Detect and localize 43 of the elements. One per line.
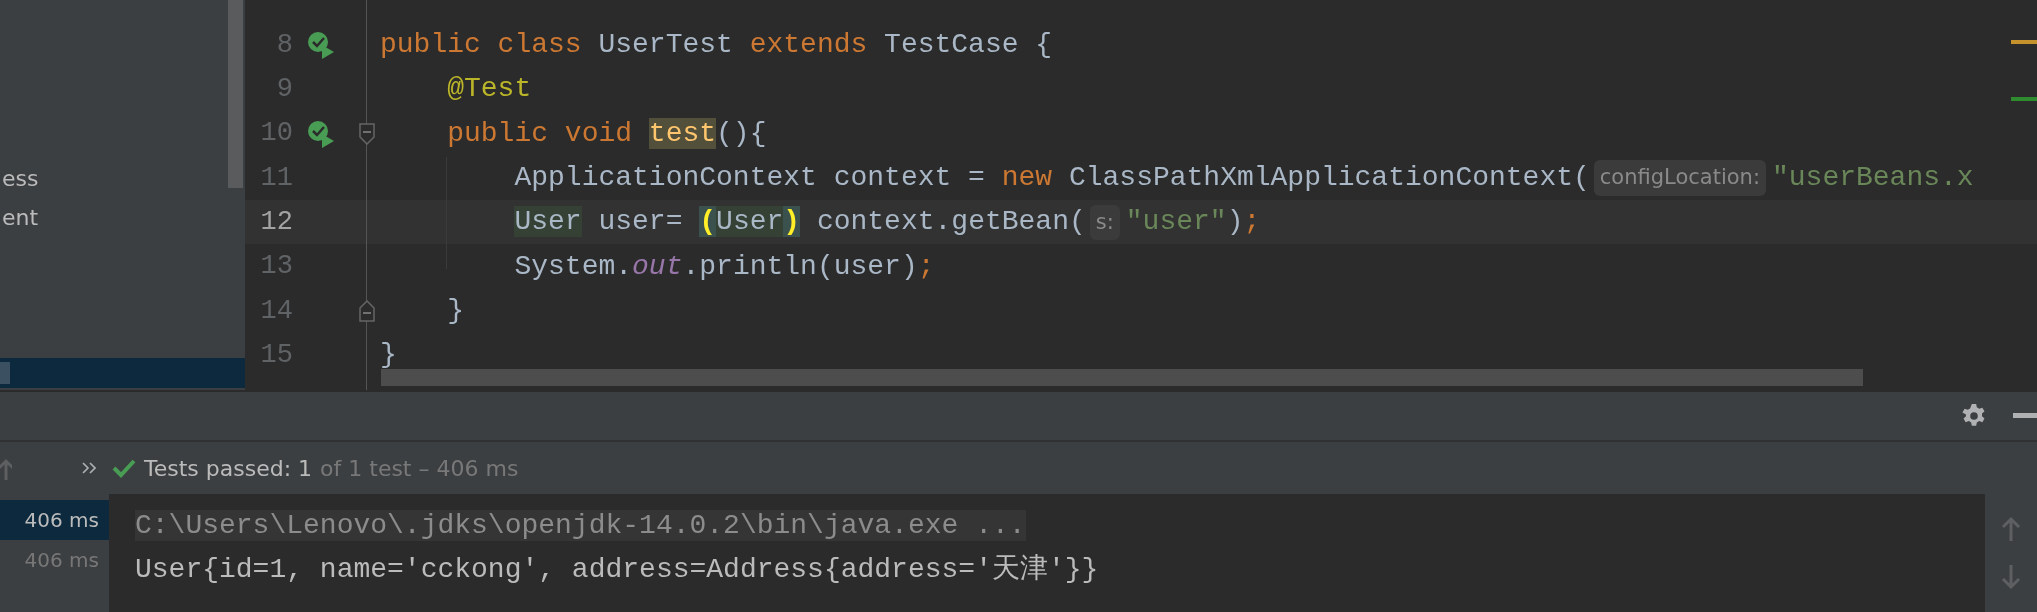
status-detail: of 1 test – 406 ms: [320, 454, 519, 483]
down-arrow-icon[interactable]: [2001, 564, 2021, 590]
up-arrow-icon[interactable]: [2001, 516, 2021, 542]
line-number: 14: [259, 294, 293, 328]
code-text: }: [446, 293, 464, 328]
line-number: 10: [259, 117, 293, 151]
line-number: 12: [259, 206, 293, 240]
minimize-icon[interactable]: [2013, 413, 2037, 419]
settings-icon[interactable]: [1961, 403, 1987, 429]
scrollbar[interactable]: [228, 0, 243, 188]
line-number: 13: [259, 250, 293, 284]
check-icon: [112, 458, 136, 478]
code-text: "user");: [1125, 205, 1261, 240]
line-number: 9: [275, 73, 293, 107]
tree-item[interactable]: ess: [0, 159, 245, 198]
expand-icon[interactable]: [82, 462, 96, 474]
fold-icon[interactable]: [359, 122, 375, 145]
up-arrow-icon[interactable]: [0, 457, 12, 482]
stripe-marker[interactable]: [2011, 40, 2037, 44]
fold-icon[interactable]: [359, 299, 375, 322]
stripe-marker[interactable]: [2011, 97, 2037, 101]
scrollbar[interactable]: [381, 369, 1863, 386]
console-output: User{id=1, name='cckong', address=Address{address='天津'}}: [135, 554, 1099, 585]
line-number: 15: [259, 338, 293, 372]
code-text: }: [380, 338, 397, 373]
code-text: public class UserTest extends TestCase {: [380, 28, 1053, 63]
code-text: @Test: [446, 72, 532, 107]
tree-item[interactable]: ent: [0, 198, 245, 237]
test-duration[interactable]: 406 ms: [0, 500, 109, 540]
parameter-hint: configLocation:: [1593, 160, 1766, 196]
selected-row[interactable]: [0, 358, 245, 388]
line-number: 11: [259, 161, 293, 195]
parameter-hint: s:: [1089, 204, 1120, 241]
scrollbar[interactable]: [0, 362, 10, 384]
line-number: 8: [275, 28, 293, 62]
run-passed-icon[interactable]: [307, 119, 335, 148]
code-text: System.out.println(user);: [513, 249, 935, 284]
run-passed-icon[interactable]: [307, 31, 335, 60]
status-text: Tests passed: 1: [144, 454, 313, 483]
code-text: "userBeans.x: [1771, 161, 1974, 196]
code-text: User user= (User) context.getBean(: [513, 205, 1086, 240]
code-text: ApplicationContext context = new ClassPathXmlApplicationContext(: [513, 161, 1590, 196]
code-text: public void test(){: [446, 116, 767, 151]
